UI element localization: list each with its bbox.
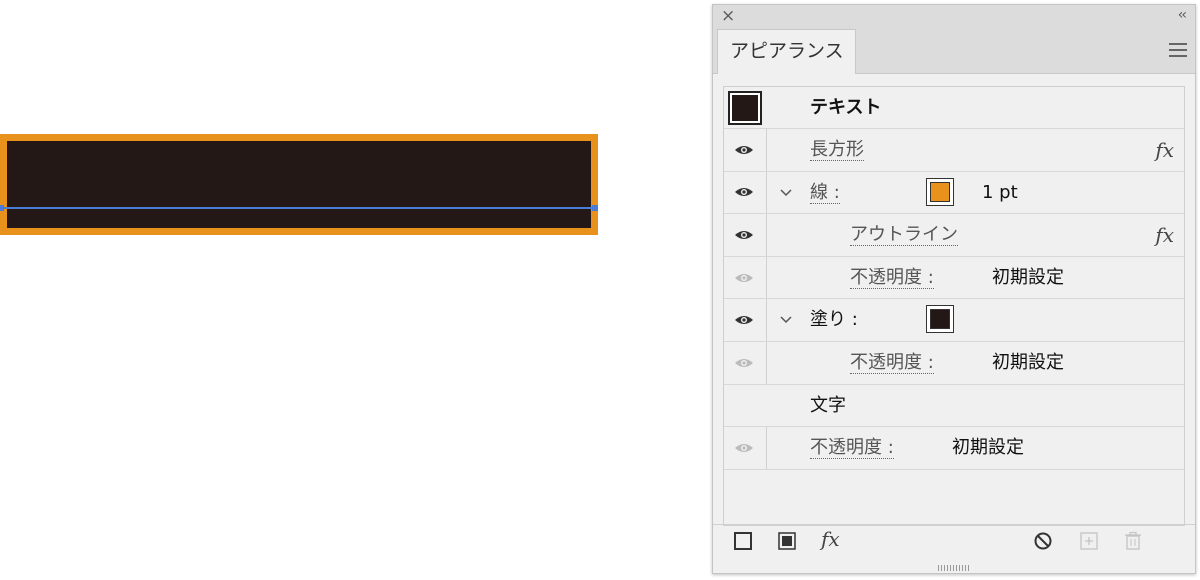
panel-resize-grip[interactable] [938,565,970,571]
list-item-fill[interactable]: 塗り : [724,299,1184,342]
appearance-list: テキスト 長方形 fx 線 : 1 pt アウトライン fx 不透明度: 初期… [723,86,1185,526]
baseline-anchor-left[interactable] [0,205,4,211]
eye-icon-dimmed[interactable] [734,442,754,454]
stroke-color-swatch[interactable] [926,177,954,206]
opacity-value: 初期設定 [952,437,1024,459]
trash-icon [1125,531,1141,550]
rectangle-label[interactable]: 長方形 [810,139,864,161]
fx-icon[interactable]: fx [1155,214,1174,256]
fill-label[interactable]: 塗り : [810,299,858,341]
list-item-fill-opacity[interactable]: 不透明度 : 初期設定 [724,341,1184,385]
list-item-characters[interactable]: 文字 [724,385,1184,428]
close-icon[interactable]: × [721,6,735,26]
panel-content: テキスト 長方形 fx 線 : 1 pt アウトライン fx 不透明度: 初期… [713,74,1195,573]
baseline-anchor-right[interactable] [592,205,598,211]
eye-icon[interactable] [734,314,754,326]
add-effect-icon[interactable]: fx [821,527,840,551]
text-baseline-selection [0,207,598,209]
artwork-fill [7,141,591,228]
list-item-rectangle[interactable]: 長方形 fx [724,129,1184,172]
opacity-value: 初期設定 [992,266,1064,288]
chevron-down-icon[interactable] [780,315,792,325]
fx-icon[interactable]: fx [1155,129,1174,171]
add-new-stroke-icon[interactable] [733,531,753,551]
eye-icon-dimmed[interactable] [734,357,754,369]
eye-icon[interactable] [734,144,754,156]
panel-bottom-toolbar: fx [713,524,1195,559]
object-thumbnail [728,91,762,125]
object-type-label: テキスト [810,97,882,118]
add-new-fill-icon[interactable] [777,531,797,551]
eye-icon[interactable] [734,229,754,241]
chevron-down-icon[interactable] [780,188,792,198]
outline-label[interactable]: アウトライン [850,224,958,247]
tab-appearance[interactable]: アピアランス [717,29,856,74]
list-item-outline[interactable]: アウトライン fx [724,214,1184,257]
stroke-label[interactable]: 線 : [810,181,840,204]
text-object-artwork[interactable] [0,134,598,235]
list-item-opacity[interactable]: 不透明度 : 初期設定 [724,427,1184,470]
clear-appearance-icon[interactable] [1033,531,1053,551]
characters-label[interactable]: 文字 [810,385,846,427]
eye-icon-dimmed[interactable] [734,272,754,284]
opacity-label[interactable]: 不透明度 : [850,351,934,374]
stroke-weight-value[interactable]: 1 pt [982,172,1018,214]
panel-menu-icon[interactable] [1169,43,1187,57]
collapse-icon[interactable]: ‹‹ [1178,7,1187,23]
list-item-stroke[interactable]: 線 : 1 pt [724,171,1184,215]
panel-titlebar: × ‹‹ [713,5,1195,27]
appearance-header-row[interactable]: テキスト [724,87,1184,129]
opacity-label[interactable]: 不透明度 : [850,266,934,289]
fill-color-swatch[interactable] [926,305,954,334]
panel-tab-row: アピアランス [713,27,1195,74]
duplicate-item-icon [1080,532,1098,550]
opacity-label[interactable]: 不透明度 : [810,437,894,460]
list-item-stroke-opacity[interactable]: 不透明度 : 初期設定 [724,256,1184,300]
opacity-value: 初期設定 [992,351,1064,373]
appearance-panel: × ‹‹ アピアランス テキスト 長方形 fx 線: 1 pt アウトライン … [712,4,1196,574]
eye-icon[interactable] [734,186,754,198]
